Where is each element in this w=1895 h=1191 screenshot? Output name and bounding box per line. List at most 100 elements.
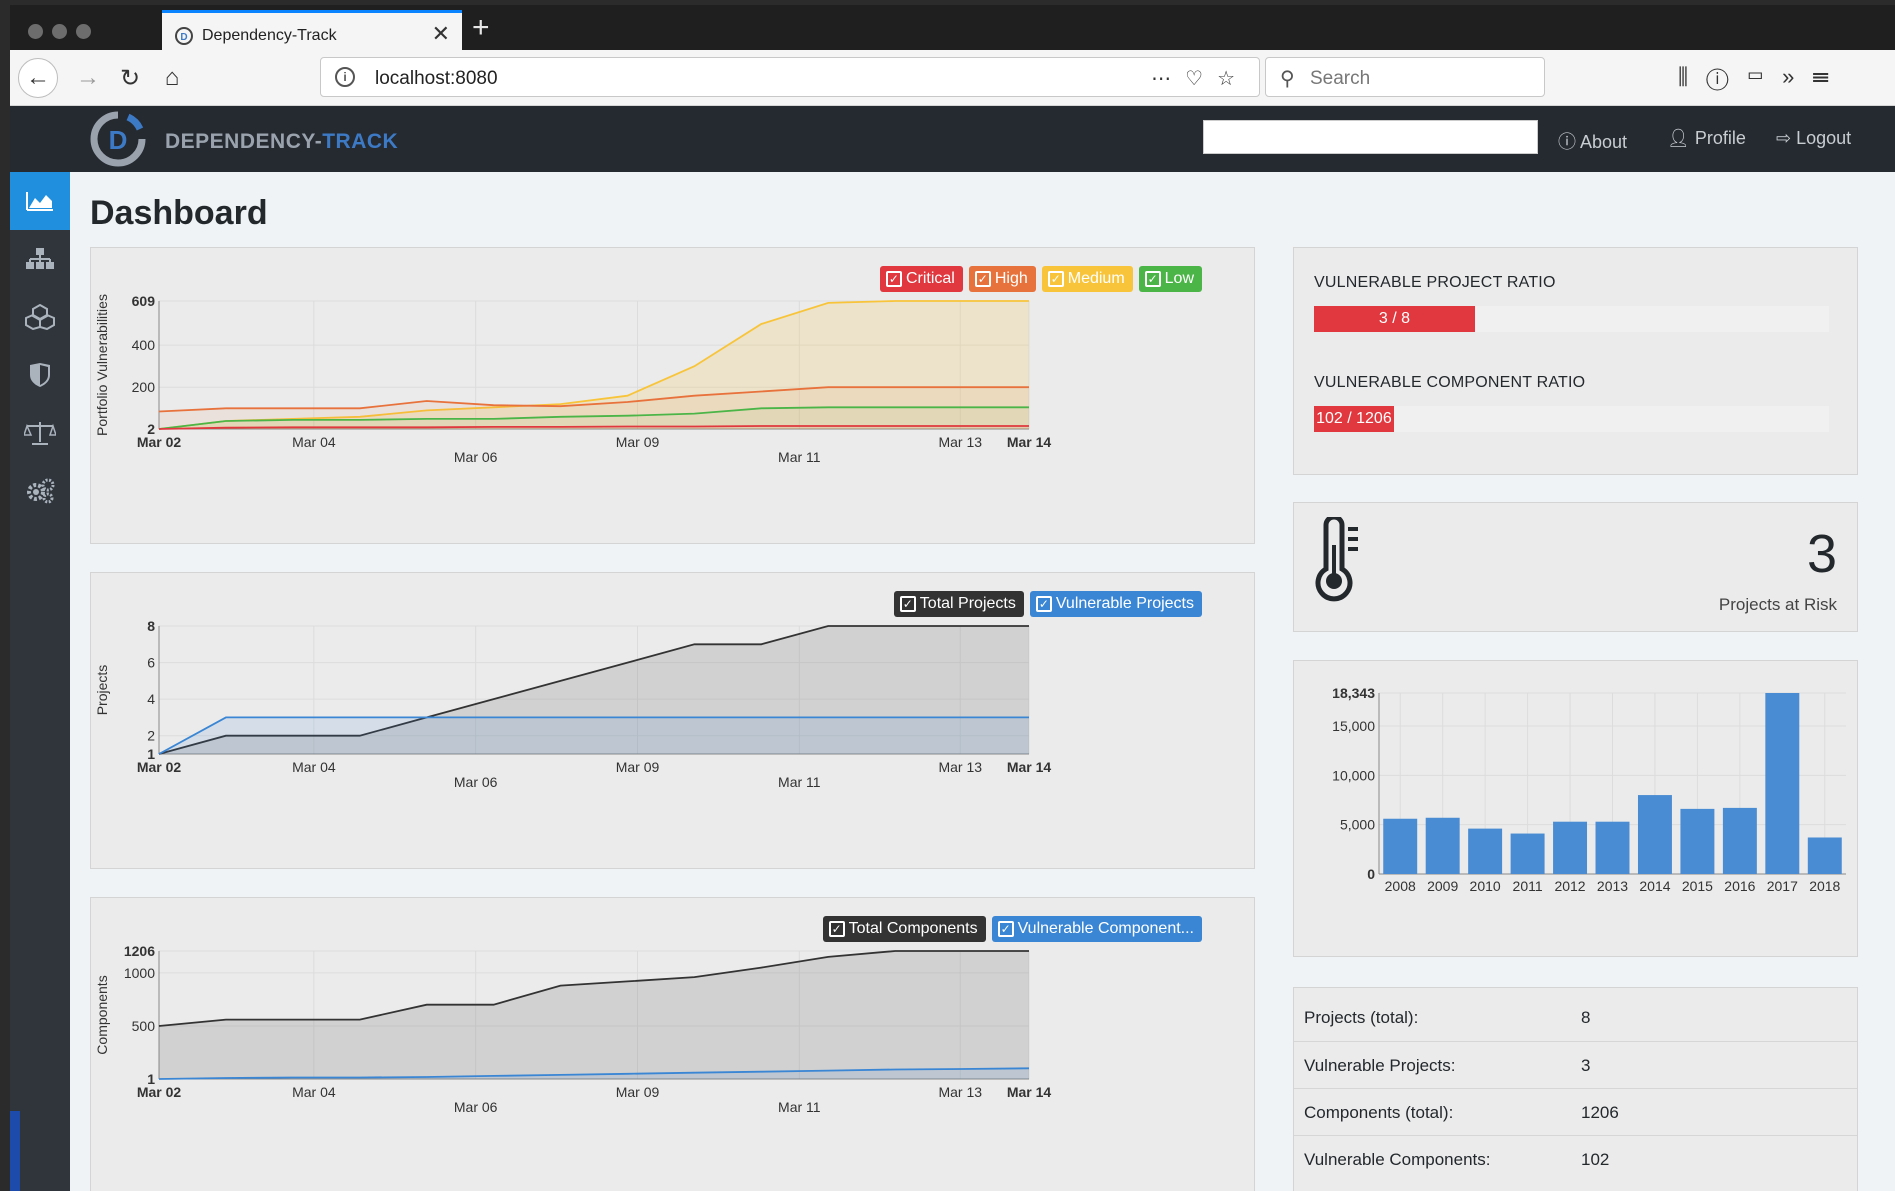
legend-total-projects[interactable]: ✓ Total Projects (893, 591, 1024, 617)
x-tick-label: 2011 (1513, 878, 1543, 894)
series-area (159, 717, 1029, 754)
vulnerabilities-by-year-card: 0 5,000 10,000 15,000 18,343 2008 2009 2010 2011… (1293, 660, 1858, 957)
tab-close-icon[interactable]: ✕ (432, 21, 450, 47)
browser-search-input[interactable]: ⚲ Search (1265, 57, 1545, 97)
window-maximize-dot[interactable] (76, 24, 91, 39)
url-bar[interactable]: i localhost:8080 ⋯♡☆ (320, 57, 1260, 97)
url-bar-actions[interactable]: ⋯♡☆ (1151, 66, 1249, 91)
y-tick-label: 609 (132, 293, 156, 309)
window-minimize-dot[interactable] (52, 24, 67, 39)
app-header: D DEPENDENCY-TRACK ⓘ About 👤︎ Profile ⇨ … (10, 106, 1895, 172)
vulnerable-project-ratio-bar: 3 / 8 (1314, 306, 1829, 332)
y-axis-label: Components (94, 975, 110, 1054)
sidebar (10, 172, 70, 1191)
back-arrow-icon[interactable]: ← (18, 58, 58, 98)
stats-label: Vulnerable Components: (1304, 1150, 1491, 1169)
legend-total-components-label: Total Components (848, 920, 978, 937)
x-tick-label: 2012 (1554, 878, 1585, 894)
bar (1680, 808, 1715, 874)
sidebar-item-components[interactable] (10, 288, 70, 346)
legend-critical[interactable]: ✓ Critical (879, 266, 963, 292)
x-tick-label: Mar 09 (616, 759, 660, 775)
vulnerabilities-by-year-chart: 0 5,000 10,000 15,000 18,343 2008 2009 2010 2011… (1332, 685, 1846, 894)
x-tick-label: Mar 06 (454, 1099, 498, 1115)
site-info-icon[interactable]: i (335, 67, 355, 87)
about-link[interactable]: ⓘ About (1558, 128, 1627, 154)
global-search-input[interactable] (1203, 120, 1538, 154)
checkbox-checked-icon: ✓ (997, 921, 1014, 937)
dependency-track-logo-icon: D (90, 111, 146, 167)
x-tick-label: Mar 02 (137, 434, 182, 450)
reload-icon[interactable]: ↻ (110, 58, 150, 98)
sidebar-item-dashboard[interactable] (10, 172, 70, 230)
x-tick-label: Mar 02 (137, 759, 182, 775)
y-tick-label: 5,000 (1340, 817, 1375, 833)
ratio-card: VULNERABLE PROJECT RATIO 3 / 8 VULNERABL… (1293, 247, 1858, 475)
stats-label: Components (total): (1304, 1103, 1454, 1122)
sidebar-item-administration[interactable] (10, 462, 70, 520)
stats-value: 102 (1581, 1150, 1610, 1169)
legend-total-projects-label: Total Projects (919, 595, 1016, 612)
bar (1468, 828, 1503, 874)
legend-critical-label: Critical (905, 270, 955, 287)
sidebar-item-projects[interactable] (10, 230, 70, 288)
main-content: Dashboard 2 200 400 609 Mar 02 Mar 04 Mar 06 Ma… (70, 172, 1895, 1191)
x-tick-label: 2010 (1470, 878, 1501, 894)
projects-card: 1 2 4 6 8 Mar 02 Mar 04 Mar 06 Mar 09 Mar 11 Mar 1… (90, 572, 1255, 869)
y-tick-label: 0 (1367, 866, 1375, 882)
new-tab-icon[interactable]: + (472, 11, 490, 45)
bar (1553, 821, 1588, 874)
projects-at-risk-value: 3 (1806, 524, 1837, 584)
browser-tab[interactable]: D Dependency-Track ✕ (162, 10, 462, 55)
x-tick-label: Mar 11 (778, 774, 821, 790)
portfolio-vulnerabilities-card: 2 200 400 609 Mar 02 Mar 04 Mar 06 Mar 09 Mar 11… (90, 247, 1255, 544)
sign-out-icon: ⇨ (1776, 128, 1792, 148)
y-tick-label: 2 (147, 728, 155, 744)
y-tick-label: 1206 (124, 943, 155, 959)
vulnerable-component-ratio-title: VULNERABLE COMPONENT RATIO (1314, 374, 1586, 391)
window-close-dot[interactable] (28, 24, 43, 39)
home-icon[interactable]: ⌂ (152, 58, 192, 98)
x-tick-label: Mar 06 (454, 774, 498, 790)
y-tick-label: 500 (132, 1018, 156, 1034)
forward-arrow-icon[interactable]: → (68, 58, 108, 98)
vulnerabilities-shield-icon (30, 363, 50, 387)
url-text[interactable]: localhost:8080 (375, 68, 498, 90)
legend-medium[interactable]: ✓ Medium (1041, 266, 1133, 292)
profile-link[interactable]: 👤︎ Profile (1667, 128, 1746, 149)
logout-label: Logout (1796, 128, 1852, 148)
legend-total-components[interactable]: ✓ Total Components (822, 916, 986, 942)
browser-toolbar: ← → ↻ ⌂ i localhost:8080 ⋯♡☆ ⚲ Search ⫼ⓘ… (10, 50, 1895, 106)
bar (1425, 817, 1460, 874)
x-tick-label: 2013 (1597, 878, 1628, 894)
legend-high[interactable]: ✓ High (968, 266, 1036, 292)
components-card: 1 500 1000 1206 Mar 02 Mar 04 Mar 06 Mar 09 Mar … (90, 897, 1255, 1191)
vulnerable-component-ratio-fill: 102 / 1206 (1314, 406, 1394, 432)
logo-text-main: DEPENDENCY- (165, 130, 323, 153)
y-tick-label: 1000 (124, 965, 155, 981)
legend-vulnerable-components-label: Vulnerable Component... (1017, 920, 1194, 937)
thermometer-icon (1315, 517, 1358, 602)
stats-row: Vulnerable Projects: 3 (1294, 1041, 1857, 1088)
checkbox-checked-icon: ✓ (885, 271, 902, 287)
logout-link[interactable]: ⇨ Logout (1776, 128, 1851, 149)
checkbox-checked-icon: ✓ (1144, 271, 1161, 287)
info-circle-icon: ⓘ (1558, 132, 1576, 152)
legend-low[interactable]: ✓ Low (1138, 266, 1202, 292)
dependency-track-favicon-icon: D (175, 27, 193, 45)
x-tick-label: 2008 (1385, 878, 1416, 894)
legend-vulnerable-components[interactable]: ✓ Vulnerable Component... (991, 916, 1202, 942)
browser-toolbar-icons[interactable]: ⫼ⓘ▭»☰ (1678, 64, 1847, 90)
bar (1383, 818, 1418, 874)
sidebar-item-licenses[interactable] (10, 404, 70, 462)
x-tick-label: Mar 04 (292, 759, 336, 775)
license-scale-icon (24, 422, 56, 445)
y-axis-label: Projects (94, 665, 110, 716)
x-tick-label: Mar 13 (938, 434, 982, 450)
legend-vulnerable-projects[interactable]: ✓ Vulnerable Projects (1029, 591, 1202, 617)
y-tick-label: 4 (147, 691, 155, 707)
app-logo-text[interactable]: DEPENDENCY-TRACK (165, 130, 398, 154)
components-legend: ✓ Total Components ✓ Vulnerable Component.… (822, 916, 1202, 942)
svg-text:D: D (109, 125, 128, 155)
sidebar-item-vulnerabilities[interactable] (10, 346, 70, 404)
